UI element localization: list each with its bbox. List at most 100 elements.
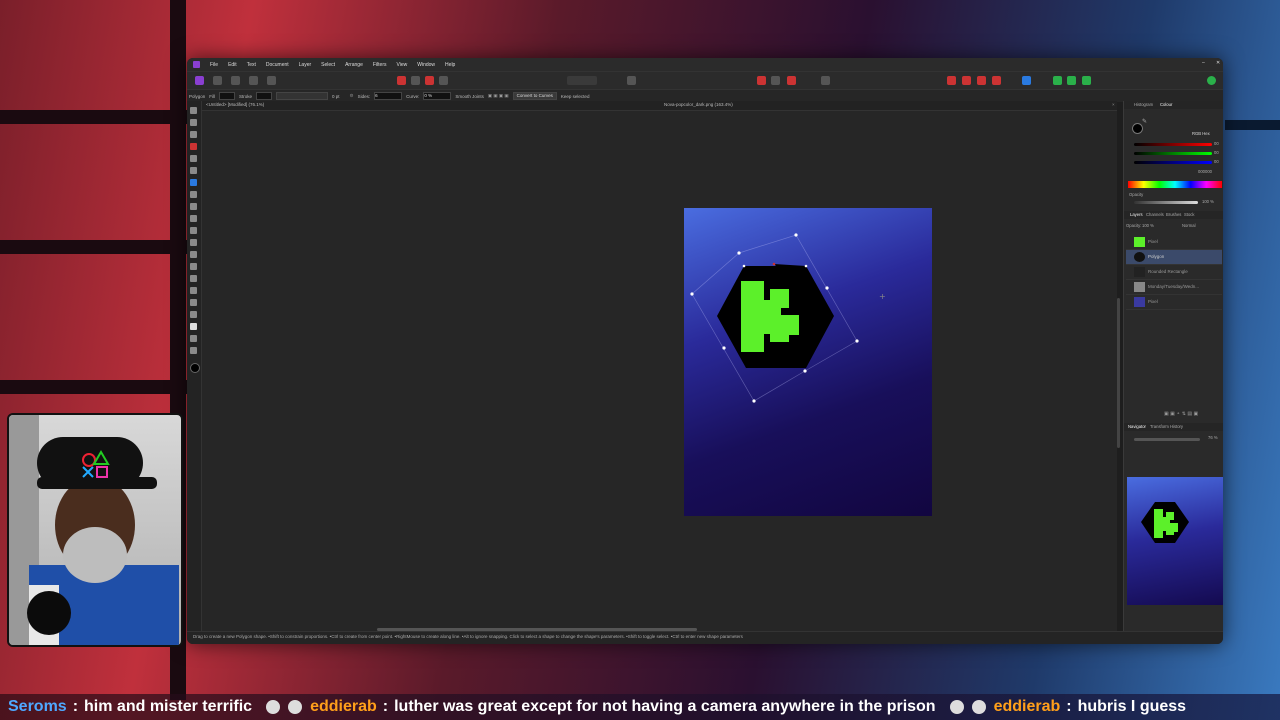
blue-slider[interactable] xyxy=(1134,161,1212,164)
pen-tool-icon[interactable] xyxy=(190,299,197,306)
menu-arrange[interactable]: Arrange xyxy=(345,62,363,68)
menu-file[interactable]: File xyxy=(210,62,218,68)
dodge-tool-icon[interactable] xyxy=(190,251,197,258)
blend-mode-select[interactable]: Normal xyxy=(1182,223,1196,228)
layer-row[interactable]: Rounded Rectangle xyxy=(1126,265,1222,280)
fill-swatch[interactable] xyxy=(219,92,236,100)
node-tool-icon[interactable] xyxy=(190,311,197,318)
color-spectrum[interactable] xyxy=(1128,181,1222,188)
align-panel-icon[interactable] xyxy=(1022,76,1031,85)
blur-tool-icon[interactable] xyxy=(190,287,197,294)
keep-selected-checkbox[interactable]: Keep selected xyxy=(561,94,590,99)
layer-actions-icons[interactable]: ▣ ▣ ⚬ ⇅ ▤ ▣ xyxy=(1164,411,1198,417)
layer-opacity-value[interactable]: 100 % xyxy=(1142,223,1154,228)
close-icon[interactable]: ✕ xyxy=(1216,60,1220,66)
tab-stock[interactable]: Stock xyxy=(1184,212,1194,217)
blue-value[interactable]: 00 xyxy=(1214,159,1219,164)
persona-tone-icon[interactable] xyxy=(249,76,258,85)
view-tool-icon[interactable] xyxy=(190,119,197,126)
marquee-tool-icon[interactable] xyxy=(190,155,197,162)
layer-row[interactable]: Pixel xyxy=(1126,295,1222,310)
navigator-preview[interactable] xyxy=(1127,477,1223,605)
convert-to-curves-button[interactable]: Convert to Curves xyxy=(512,92,557,100)
layer-row[interactable]: Pixel xyxy=(1126,235,1222,250)
red-slider[interactable] xyxy=(1134,143,1212,146)
menu-text[interactable]: Text xyxy=(247,62,256,68)
boolean-subtract-icon[interactable] xyxy=(1067,76,1076,85)
primary-color-swatch[interactable] xyxy=(190,363,200,373)
quickmask-icon[interactable] xyxy=(627,76,636,85)
navigator-zoom-slider[interactable] xyxy=(1134,438,1200,441)
layer-row[interactable]: Monday/Tuesday/Wedn... xyxy=(1126,280,1222,295)
sides-input[interactable]: 6 xyxy=(374,92,403,100)
stroke-width-value[interactable]: 0 pt xyxy=(332,94,340,99)
red-value[interactable]: 00 xyxy=(1214,141,1219,146)
text-tool-icon[interactable] xyxy=(190,335,197,342)
snapping-icon[interactable] xyxy=(821,76,830,85)
align-icon[interactable] xyxy=(771,76,780,85)
color-picker-icon[interactable] xyxy=(190,191,197,198)
menu-document[interactable]: Document xyxy=(266,62,289,68)
tab-transform[interactable]: Transform xyxy=(1150,424,1169,429)
crop-tool-icon[interactable] xyxy=(190,131,197,138)
fill-tool-icon[interactable] xyxy=(190,227,197,234)
minimize-icon[interactable]: – xyxy=(1202,60,1205,66)
menu-help[interactable]: Help xyxy=(445,62,455,68)
arrange-front-icon[interactable] xyxy=(992,76,1001,85)
persona-develop-icon[interactable] xyxy=(231,76,240,85)
transform-icon[interactable] xyxy=(787,76,796,85)
eyedropper-icon[interactable]: ✎ xyxy=(1142,118,1147,125)
tab-close-icon[interactable]: × xyxy=(1112,102,1115,107)
selection-mode-group[interactable] xyxy=(567,76,597,85)
flip-icon[interactable] xyxy=(757,76,766,85)
menu-view[interactable]: View xyxy=(397,62,408,68)
arrange-icon[interactable] xyxy=(947,76,956,85)
stroke-settings-icon[interactable]: ⚙ xyxy=(350,93,354,99)
menu-select[interactable]: Select xyxy=(321,62,335,68)
menu-layer[interactable]: Layer xyxy=(299,62,312,68)
smooth-joints-checkbox[interactable]: Smooth Joints xyxy=(455,94,484,99)
adjustment-icon[interactable] xyxy=(397,76,406,85)
persona-liquify-icon[interactable] xyxy=(213,76,222,85)
canvas-area[interactable]: + xyxy=(202,111,1117,631)
account-icon[interactable] xyxy=(1207,76,1216,85)
document-artboard[interactable]: + xyxy=(684,208,932,516)
paint-brush-icon[interactable] xyxy=(190,203,197,210)
brush-icon[interactable] xyxy=(411,76,420,85)
tab-colour[interactable]: Colour xyxy=(1160,102,1172,107)
boolean-add-icon[interactable] xyxy=(1053,76,1062,85)
clone-tool-icon[interactable] xyxy=(190,263,197,270)
blemish-tool-icon[interactable] xyxy=(190,275,197,282)
gradient-tool-icon[interactable] xyxy=(190,239,197,246)
stroke-width-slider[interactable] xyxy=(276,92,329,100)
persona-photo-icon[interactable] xyxy=(195,76,204,85)
tab-navigator[interactable]: Navigator xyxy=(1128,424,1146,429)
hex-input[interactable]: 000000 xyxy=(1198,169,1212,174)
tab-channels[interactable]: Channels xyxy=(1146,212,1164,217)
tab-histogram[interactable]: Histogram xyxy=(1134,102,1153,107)
tab-history[interactable]: History xyxy=(1170,424,1183,429)
persona-export-icon[interactable] xyxy=(267,76,276,85)
color-model-select[interactable]: RGB Hex xyxy=(1192,131,1210,136)
shape-align-icons[interactable]: ▣ ▣ ▣ ▣ xyxy=(488,93,509,99)
arrange-back-icon[interactable] xyxy=(962,76,971,85)
tab-brushes[interactable]: Brushes xyxy=(1166,212,1181,217)
selection-brush-icon[interactable] xyxy=(190,143,197,150)
menu-edit[interactable]: Edit xyxy=(228,62,237,68)
zoom-tool-icon[interactable] xyxy=(190,347,197,354)
assistant-icon[interactable] xyxy=(439,76,448,85)
arrange-forward-icon[interactable] xyxy=(977,76,986,85)
menu-filters[interactable]: Filters xyxy=(373,62,387,68)
opacity-value[interactable]: 100 % xyxy=(1202,199,1214,204)
color-icon[interactable] xyxy=(425,76,434,85)
tab-layers[interactable]: Layers xyxy=(1130,212,1143,217)
green-value[interactable]: 00 xyxy=(1214,150,1219,155)
navigator-zoom-value[interactable]: 76 % xyxy=(1208,435,1218,440)
vertical-scrollbar[interactable] xyxy=(1117,298,1120,448)
tab-nova-popcolor[interactable]: Nova-popcolor_dark.png (163.4%) xyxy=(664,102,733,107)
polygon-tool-icon[interactable] xyxy=(190,323,197,330)
tab-untitled[interactable]: <Untitled> [Modified] (76.1%) xyxy=(206,102,264,107)
freehand-selection-icon[interactable] xyxy=(190,167,197,174)
green-slider[interactable] xyxy=(1134,152,1212,155)
opacity-slider[interactable] xyxy=(1134,201,1198,204)
